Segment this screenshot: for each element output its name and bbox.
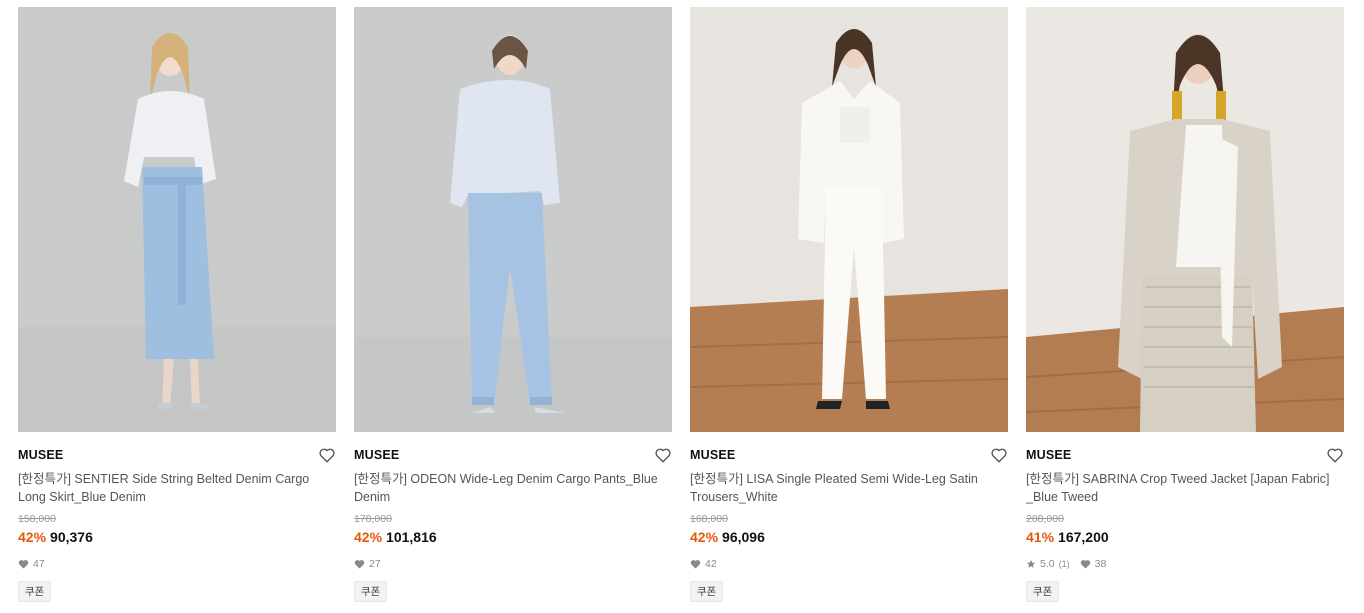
like-count: 27 (369, 558, 381, 570)
like-count-icon (1080, 560, 1090, 569)
original-price: 168,000 (690, 513, 728, 525)
rating-value: 5.0 (1040, 558, 1055, 570)
product-title[interactable]: [한정특가] LISA Single Pleated Semi Wide-Leg… (690, 470, 1008, 506)
brand-row: MUSEE (354, 446, 672, 464)
meta-row: 5.0 (1) 38 (1026, 557, 1344, 571)
like-count-icon (690, 560, 701, 569)
brand-row: MUSEE (18, 446, 336, 464)
discount-rate: 42% (18, 529, 47, 545)
discount-rate: 42% (354, 529, 383, 545)
product-image[interactable] (354, 7, 672, 432)
brand-row: MUSEE (1026, 446, 1344, 464)
brand-row: MUSEE (690, 446, 1008, 464)
product-image[interactable] (690, 7, 1008, 432)
discount-rate: 42% (690, 529, 719, 545)
meta-row: 42 (690, 557, 1008, 571)
heart-icon[interactable] (1326, 446, 1344, 464)
product-card[interactable]: MUSEE [한정특가] SENTIER Side String Belted … (18, 7, 336, 602)
product-card[interactable]: MUSEE [한정특가] SABRINA Crop Tweed Jacket [… (1026, 7, 1344, 602)
meta-row: 47 (18, 557, 336, 571)
sale-price: 101,816 (386, 529, 437, 545)
price-row: 41% 167,200 (1026, 529, 1344, 548)
sale-price: 90,376 (50, 529, 93, 545)
original-price: 178,000 (354, 513, 392, 525)
product-image[interactable] (1026, 7, 1344, 432)
review-count[interactable]: (1) (1059, 559, 1070, 569)
brand-name[interactable]: MUSEE (354, 448, 399, 462)
sale-price: 167,200 (1058, 529, 1109, 545)
sale-price: 96,096 (722, 529, 765, 545)
like-count: 42 (705, 558, 717, 570)
coupon-badge: 쿠폰 (354, 581, 388, 602)
price-row: 42% 90,376 (18, 529, 336, 548)
coupon-badge: 쿠폰 (1026, 581, 1060, 602)
like-count: 38 (1094, 558, 1107, 570)
like-count-icon (18, 560, 29, 569)
like-count-icon (354, 560, 365, 569)
price-row: 42% 96,096 (690, 529, 1008, 548)
product-grid: MUSEE [한정특가] SENTIER Side String Belted … (18, 7, 1344, 602)
meta-row: 27 (354, 557, 672, 571)
original-price: 288,000 (1026, 513, 1064, 525)
product-title[interactable]: [한정특가] ODEON Wide-Leg Denim Cargo Pants_… (354, 470, 672, 506)
star-icon (1026, 559, 1036, 568)
discount-rate: 41% (1026, 529, 1055, 545)
coupon-badge: 쿠폰 (690, 581, 724, 602)
brand-name[interactable]: MUSEE (1026, 448, 1071, 462)
product-title[interactable]: [한정특가] SABRINA Crop Tweed Jacket [Japan … (1026, 470, 1344, 506)
heart-icon[interactable] (654, 446, 672, 464)
product-title[interactable]: [한정특가] SENTIER Side String Belted Denim … (18, 470, 336, 506)
like-count: 47 (33, 558, 45, 570)
product-image[interactable] (18, 7, 336, 432)
heart-icon[interactable] (318, 446, 336, 464)
coupon-badge: 쿠폰 (18, 581, 52, 602)
product-card[interactable]: MUSEE [한정특가] LISA Single Pleated Semi Wi… (690, 7, 1008, 602)
original-price: 158,000 (18, 513, 56, 525)
product-card[interactable]: MUSEE [한정특가] ODEON Wide-Leg Denim Cargo … (354, 7, 672, 602)
brand-name[interactable]: MUSEE (18, 448, 63, 462)
brand-name[interactable]: MUSEE (690, 448, 735, 462)
heart-icon[interactable] (990, 446, 1008, 464)
price-row: 42% 101,816 (354, 529, 672, 548)
